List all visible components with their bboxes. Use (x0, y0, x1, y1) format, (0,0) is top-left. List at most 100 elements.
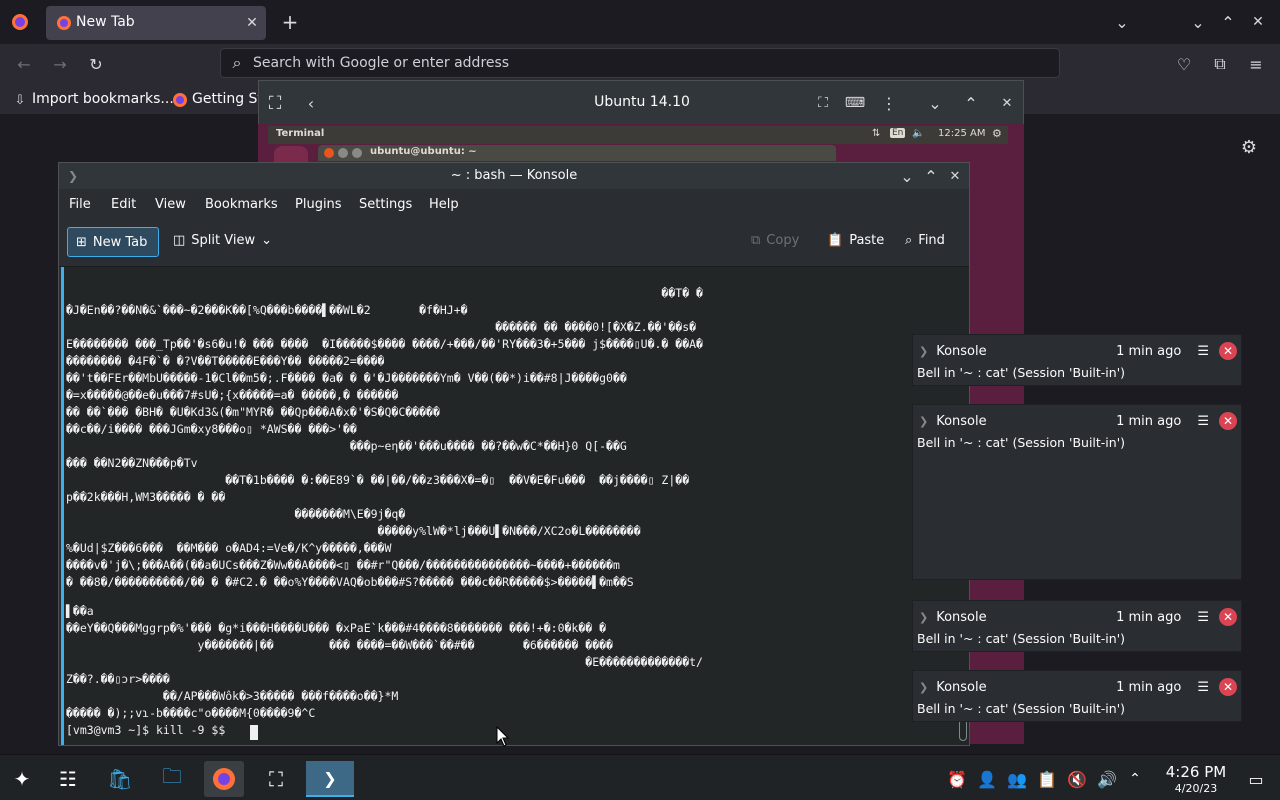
new-tab-plus-icon[interactable]: + (278, 10, 302, 34)
ubuntu-top-panel: Terminal ⇅ En 🔈 12:25 AM ⚙ (268, 126, 1008, 144)
konsole-app-icon: ❯ (919, 680, 929, 694)
terminal-line: %�Ud|$Z���6��� ��M��� o�AD4:=Ve�/K^y����… (66, 541, 392, 555)
terminal-line: Z��?.��▯ɔr>���� (66, 672, 170, 686)
pocket-icon[interactable]: ♡ (1172, 52, 1196, 76)
notification-body: Bell in '~ : cat' (Session 'Built-in') (917, 435, 1126, 450)
maximize-icon[interactable]: ⌃ (1216, 10, 1240, 34)
terminal-line: �E�������������t/ (66, 655, 703, 669)
reload-icon[interactable]: ↻ (84, 52, 108, 76)
paste-icon: 📋 (827, 233, 844, 248)
keyboard-icon[interactable]: ⌨ (843, 91, 867, 115)
configure-icon[interactable]: ☰ (1197, 610, 1209, 625)
konsole-minimize-icon[interactable]: ⌄ (897, 166, 917, 186)
configure-icon[interactable]: ☰ (1197, 414, 1209, 429)
terminal-line: ��T�1b���� �:��E89`� ��|��/��z3���X�=�▯ … (66, 473, 690, 487)
vm-viewer-taskbar-icon[interactable]: ⛶ (256, 761, 296, 797)
close-tab-icon[interactable]: ✕ (242, 13, 262, 33)
menu-edit[interactable]: Edit (111, 197, 136, 212)
system-settings-icon[interactable]: ☷ (48, 761, 88, 797)
menu-view[interactable]: View (155, 197, 186, 212)
vm-close-icon[interactable]: ✕ (995, 91, 1019, 115)
close-notification-icon[interactable]: ✕ (1219, 412, 1237, 430)
notification-app: Konsole (936, 679, 987, 695)
konsole-title: ~ : bash — Konsole (450, 168, 578, 183)
settings-gear-icon[interactable]: ⚙ (1238, 136, 1260, 158)
menu-plugins[interactable]: Plugins (295, 197, 342, 212)
new-tab-button[interactable]: ⊞ New Tab (67, 227, 159, 257)
clipboard-icon[interactable]: 📋 (1034, 761, 1060, 797)
ubuntu-max-icon (352, 148, 362, 158)
mouse-cursor-icon (496, 725, 510, 748)
paste-button[interactable]: 📋 Paste (827, 233, 884, 248)
file-manager-icon[interactable]: 🗀 (152, 761, 192, 797)
firefox-bookmark-icon (172, 92, 188, 108)
taskbar-date[interactable]: 4/20/23 (1150, 782, 1242, 795)
menu-help[interactable]: Help (429, 197, 459, 212)
vm-maximize-icon[interactable]: ⌃ (959, 91, 983, 115)
terminal-line: ��� ��N2��ZN���p�Tv (66, 456, 198, 470)
volume-icon[interactable]: 🔊 (1094, 761, 1120, 797)
close-notification-icon[interactable]: ✕ (1219, 678, 1237, 696)
vm-minimize-icon[interactable]: ⌄ (923, 91, 947, 115)
close-window-icon[interactable]: ✕ (1246, 10, 1270, 34)
copy-button[interactable]: ⧉ Copy (751, 233, 799, 248)
notification[interactable]: ❯ Konsole 1 min ago ☰ ✕ Bell in '~ : cat… (912, 334, 1242, 386)
ubuntu-clock: 12:25 AM (938, 128, 986, 139)
taskbar-time[interactable]: 4:26 PM (1150, 763, 1242, 781)
more-menu-icon[interactable]: ⋮ (877, 91, 901, 115)
fullscreen-icon[interactable]: ⛶ (811, 91, 835, 115)
ubuntu-terminal-title: ubuntu@ubuntu: ~ (370, 146, 477, 157)
firefox-taskbar-icon[interactable] (204, 761, 244, 797)
scrollbar-handle[interactable] (959, 719, 967, 741)
users-icon[interactable]: 👥 (1004, 761, 1030, 797)
app-launcher-icon[interactable]: ✦ (2, 761, 42, 797)
configure-icon[interactable]: ☰ (1197, 680, 1209, 695)
muted-speaker-icon[interactable]: 🔇 (1064, 761, 1090, 797)
back-arrow-icon[interactable]: ← (12, 52, 36, 76)
menu-bookmarks[interactable]: Bookmarks (205, 197, 278, 212)
forward-arrow-icon[interactable]: → (48, 52, 72, 76)
notification-time: 1 min ago (1116, 343, 1182, 359)
terminal-line: ����v�'j�\;���A��(��a�UCs���Z�Ww��A����<… (66, 558, 620, 572)
konsole-toolbar: ⊞ New Tab ◫ Split View ⌄ ⧉ Copy 📋 Paste … (59, 221, 969, 267)
terminal-view[interactable]: ��T� � �J�En��?��N�&`���~�2���K��[%Q���b… (61, 267, 957, 745)
notification-app: Konsole (936, 609, 987, 625)
terminal-line: E�������� ���_Tp��'�s6�u!� ��� ���� �I��… (66, 337, 703, 351)
split-view-button[interactable]: ◫ Split View ⌄ (173, 233, 272, 248)
bookmark-import[interactable]: Import bookmarks... (32, 91, 174, 107)
notification[interactable]: ❯ Konsole 1 min ago ☰ ✕ Bell in '~ : cat… (912, 600, 1242, 652)
terminal-line: ������ �� ����0![�X�Z.��'��s� (66, 320, 697, 334)
url-bar[interactable]: ⌕ Search with Google or enter address (220, 48, 1060, 78)
minimize-icon[interactable]: ⌄ (1186, 10, 1210, 34)
show-desktop-icon[interactable]: ▭ (1238, 761, 1274, 797)
notification[interactable]: ❯ Konsole 1 min ago ☰ ✕ Bell in '~ : cat… (912, 404, 1242, 580)
discover-store-icon[interactable]: 🛍 (100, 761, 140, 797)
terminal-line: �������� �4F�`� �?V��T�����E���Y�� �����… (66, 354, 385, 368)
alarm-icon[interactable]: ⏰ (944, 761, 970, 797)
list-tabs-chevron-icon[interactable]: ⌄ (1110, 10, 1134, 34)
ubuntu-terminal-titlebar: ubuntu@ubuntu: ~ (318, 145, 836, 161)
configure-icon[interactable]: ☰ (1197, 344, 1209, 359)
close-notification-icon[interactable]: ✕ (1219, 342, 1237, 360)
firefox-logo-icon[interactable] (8, 10, 32, 34)
tab-title: New Tab (76, 14, 135, 30)
extensions-icon[interactable]: ⧉ (1208, 52, 1232, 76)
terminal-line: ���p~eη��'���u���� ��?��w�C*��H}0 Q[-��G (66, 439, 627, 453)
ubuntu-min-icon (338, 148, 348, 158)
terminal-line: ����� �);;vɿ-b����c"o����M{0����9�^C (66, 706, 316, 720)
konsole-close-icon[interactable]: ✕ (945, 166, 965, 186)
chevron-up-icon[interactable]: ⌃ (1124, 761, 1146, 797)
menu-settings[interactable]: Settings (359, 197, 412, 212)
find-button[interactable]: ⌕ Find (905, 233, 945, 248)
notification-body: Bell in '~ : cat' (Session 'Built-in') (917, 365, 1126, 380)
menu-file[interactable]: File (69, 197, 91, 212)
notification[interactable]: ❯ Konsole 1 min ago ☰ ✕ Bell in '~ : cat… (912, 670, 1242, 722)
tab-new-tab[interactable]: New Tab ✕ (46, 6, 266, 40)
close-notification-icon[interactable]: ✕ (1219, 608, 1237, 626)
konsole-maximize-icon[interactable]: ⌃ (921, 166, 941, 186)
user-icon[interactable]: 👤 (974, 761, 1000, 797)
konsole-taskbar-icon[interactable]: ❯ (306, 761, 354, 797)
terminal-line: �����y%lW�*lj���U▌�N���/XC2o�L�������� (66, 524, 641, 538)
bookmark-getting-started[interactable]: Getting St (192, 91, 263, 107)
menu-hamburger-icon[interactable]: ≡ (1244, 52, 1268, 76)
